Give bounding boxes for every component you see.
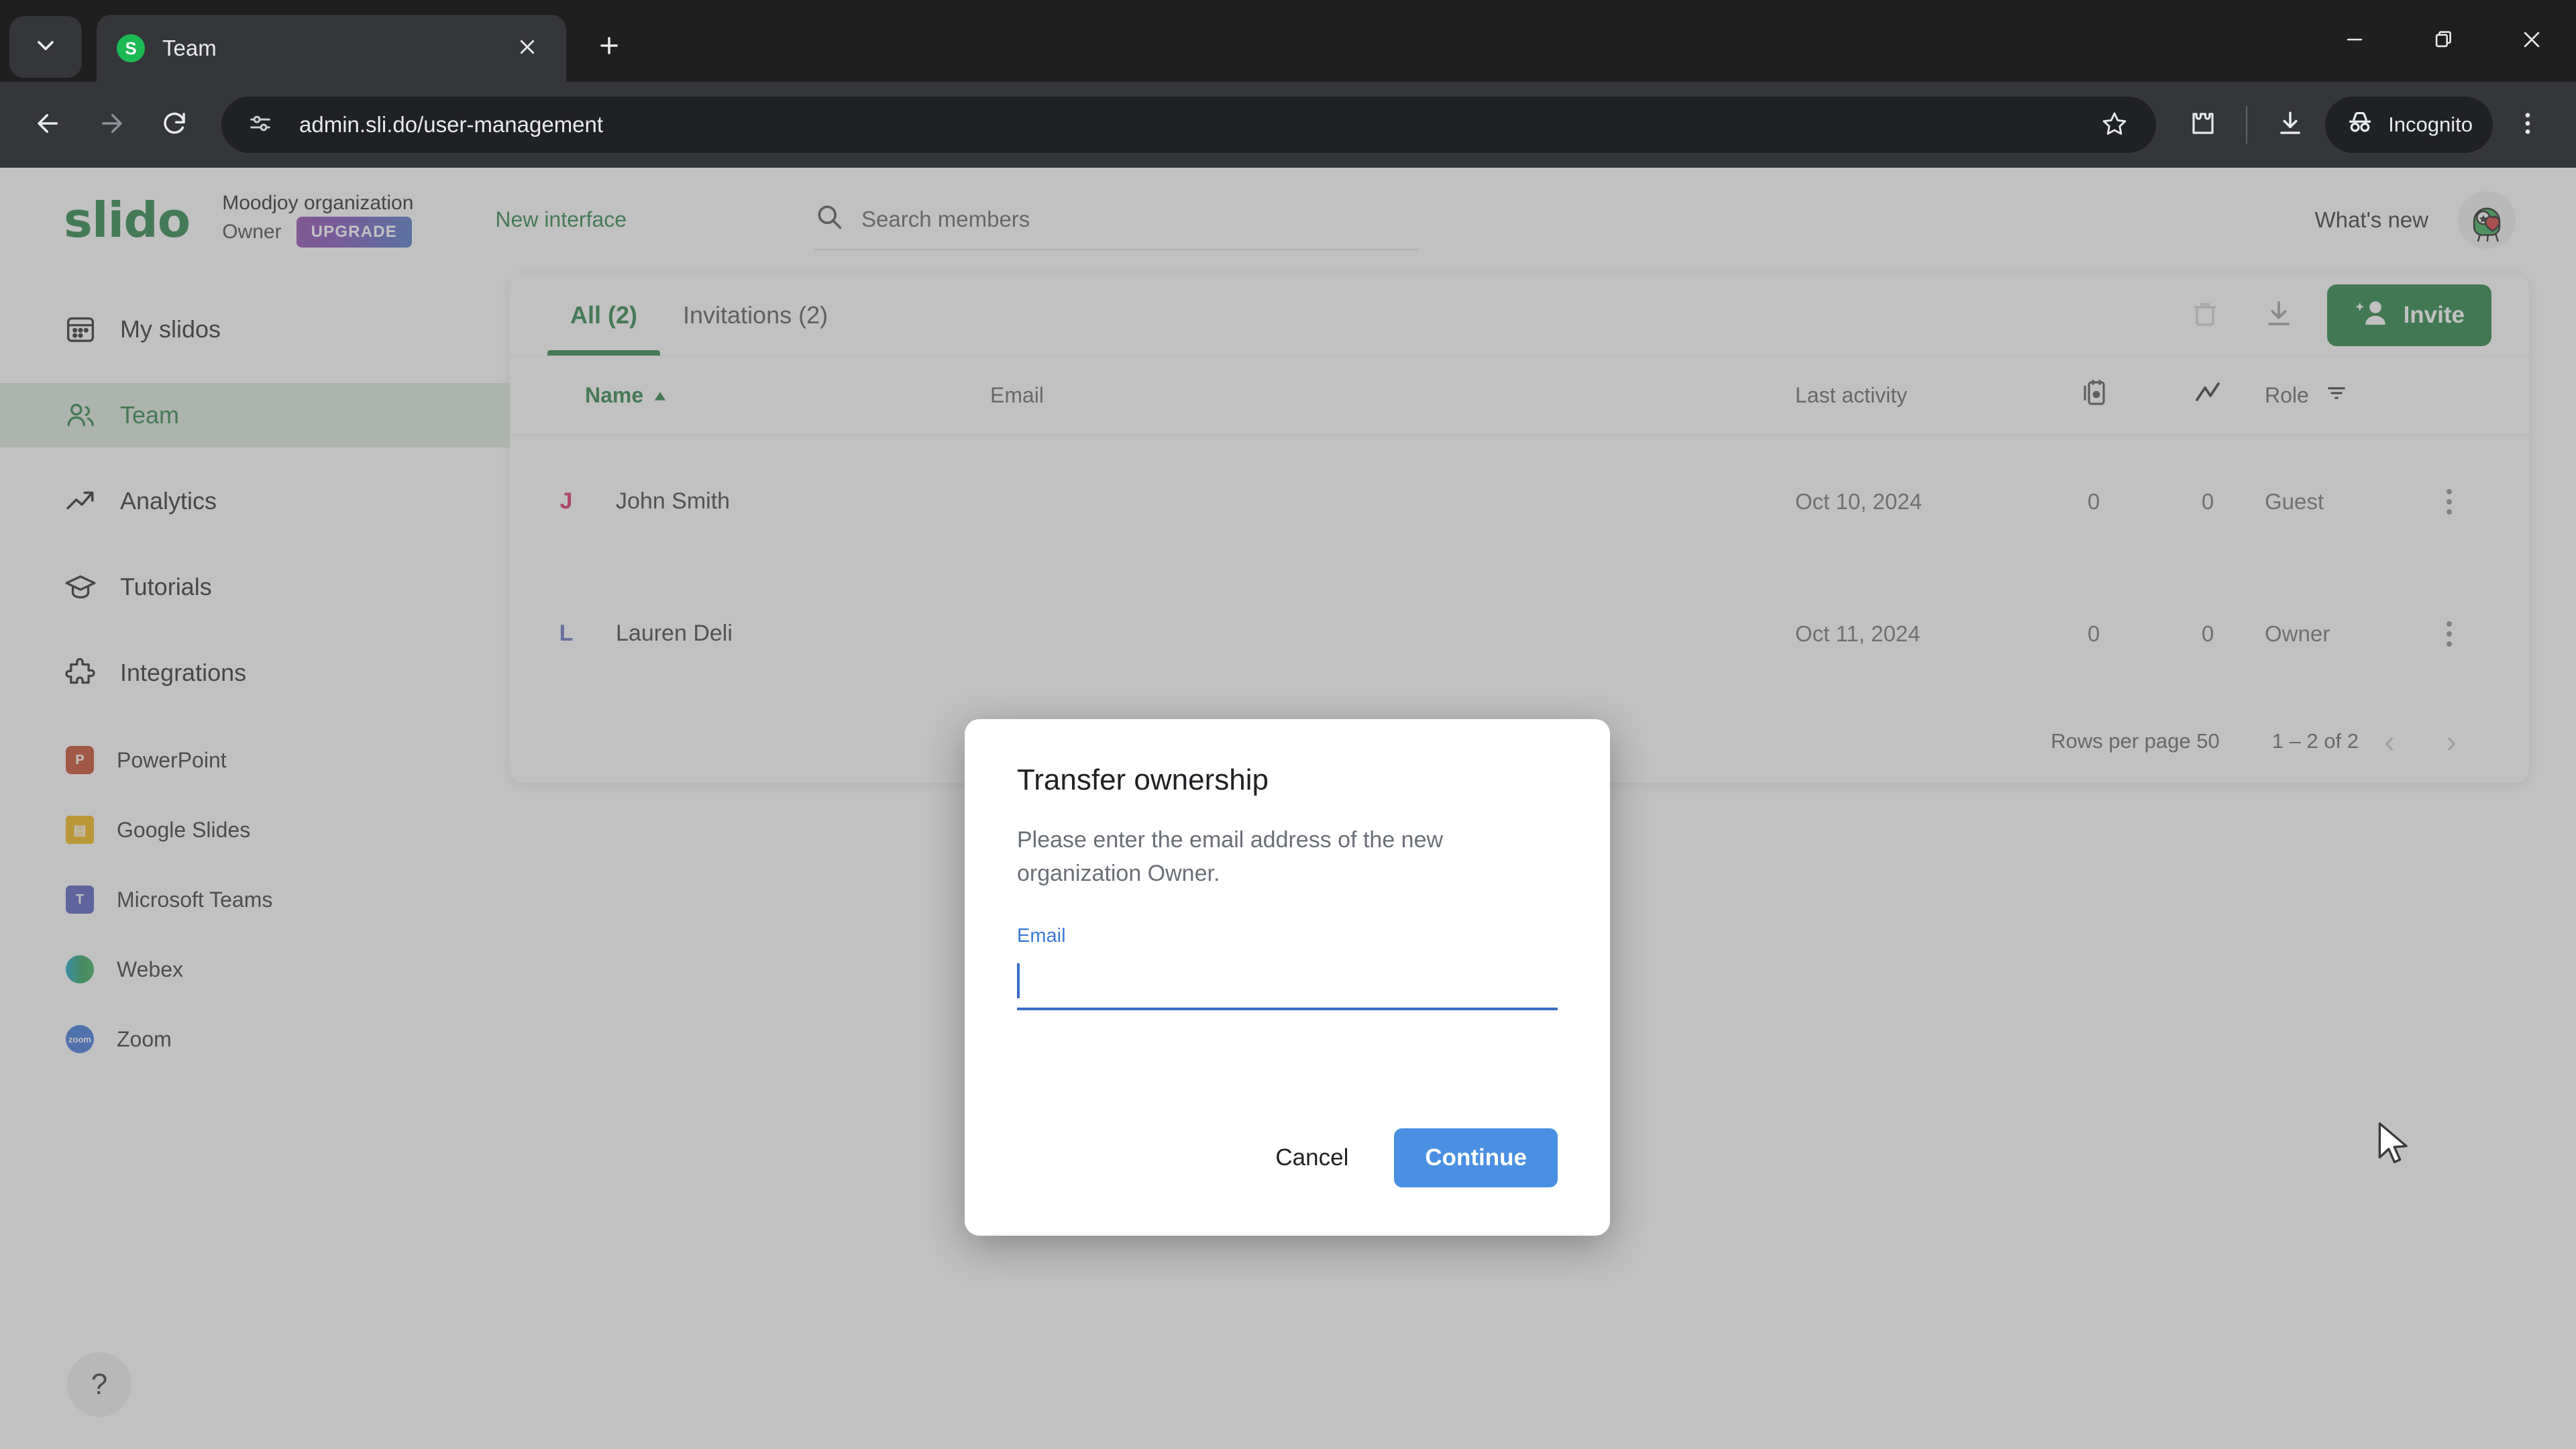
back-arrow-icon	[34, 109, 62, 141]
browser-tabstrip: S Team	[0, 0, 2576, 82]
extensions-button[interactable]	[2175, 97, 2231, 153]
continue-button[interactable]: Continue	[1394, 1128, 1558, 1187]
dialog-title: Transfer ownership	[1017, 763, 1269, 796]
toolbar-divider	[2246, 106, 2248, 144]
email-field-label: Email	[1017, 925, 1066, 947]
favicon-letter: S	[125, 38, 137, 58]
incognito-label: Incognito	[2388, 113, 2473, 136]
email-field[interactable]	[1017, 954, 1558, 1011]
new-tab-button[interactable]	[584, 21, 635, 72]
incognito-icon	[2345, 107, 2375, 142]
incognito-indicator[interactable]: Incognito	[2325, 97, 2493, 153]
download-icon	[2276, 109, 2304, 141]
close-window-icon	[2520, 28, 2543, 54]
back-button[interactable]	[20, 97, 76, 153]
maximize-icon	[2432, 28, 2455, 54]
reload-icon	[160, 109, 189, 141]
browser-window: S Team admin.sli.do/user-management Inco…	[0, 0, 2576, 1449]
browser-menu-button[interactable]	[2500, 97, 2556, 153]
forward-arrow-icon	[97, 109, 125, 141]
tab-close-button[interactable]	[508, 30, 546, 67]
bookmark-button[interactable]	[2090, 101, 2139, 149]
extensions-icon	[2189, 109, 2217, 141]
page-settings-icon	[247, 110, 274, 140]
plus-icon	[596, 33, 622, 62]
email-field-group: Email	[1017, 925, 1558, 1011]
chevron-down-icon	[32, 32, 59, 62]
mouse-cursor	[2375, 1120, 2414, 1172]
dialog-actions: Cancel Continue	[1017, 1128, 1558, 1187]
reload-button[interactable]	[146, 97, 203, 153]
text-caret	[1017, 963, 1020, 999]
tab-search-button[interactable]	[9, 16, 82, 78]
maximize-button[interactable]	[2399, 0, 2487, 82]
close-window-button[interactable]	[2487, 0, 2576, 82]
url-text: admin.sli.do/user-management	[299, 112, 604, 137]
browser-tab[interactable]: S Team	[97, 15, 566, 82]
star-icon	[2101, 110, 2128, 140]
cancel-button[interactable]: Cancel	[1244, 1128, 1379, 1187]
site-info-button[interactable]	[239, 103, 282, 146]
minimize-button[interactable]	[2310, 0, 2399, 82]
window-controls	[2310, 0, 2576, 82]
three-dot-menu-icon	[2514, 109, 2542, 141]
forward-button[interactable]	[83, 97, 140, 153]
page-content: slido Moodjoy organization Owner UPGRADE…	[0, 168, 2576, 1449]
browser-toolbar: admin.sli.do/user-management Incognito	[0, 82, 2576, 168]
transfer-ownership-dialog: Transfer ownership Please enter the emai…	[965, 719, 1610, 1236]
minimize-icon	[2343, 28, 2366, 54]
dialog-description: Please enter the email address of the ne…	[1017, 827, 1444, 886]
address-bar[interactable]: admin.sli.do/user-management	[221, 97, 2157, 153]
downloads-button[interactable]	[2262, 97, 2318, 153]
tab-title: Team	[162, 36, 217, 60]
site-favicon: S	[117, 34, 145, 62]
close-icon	[517, 37, 537, 60]
